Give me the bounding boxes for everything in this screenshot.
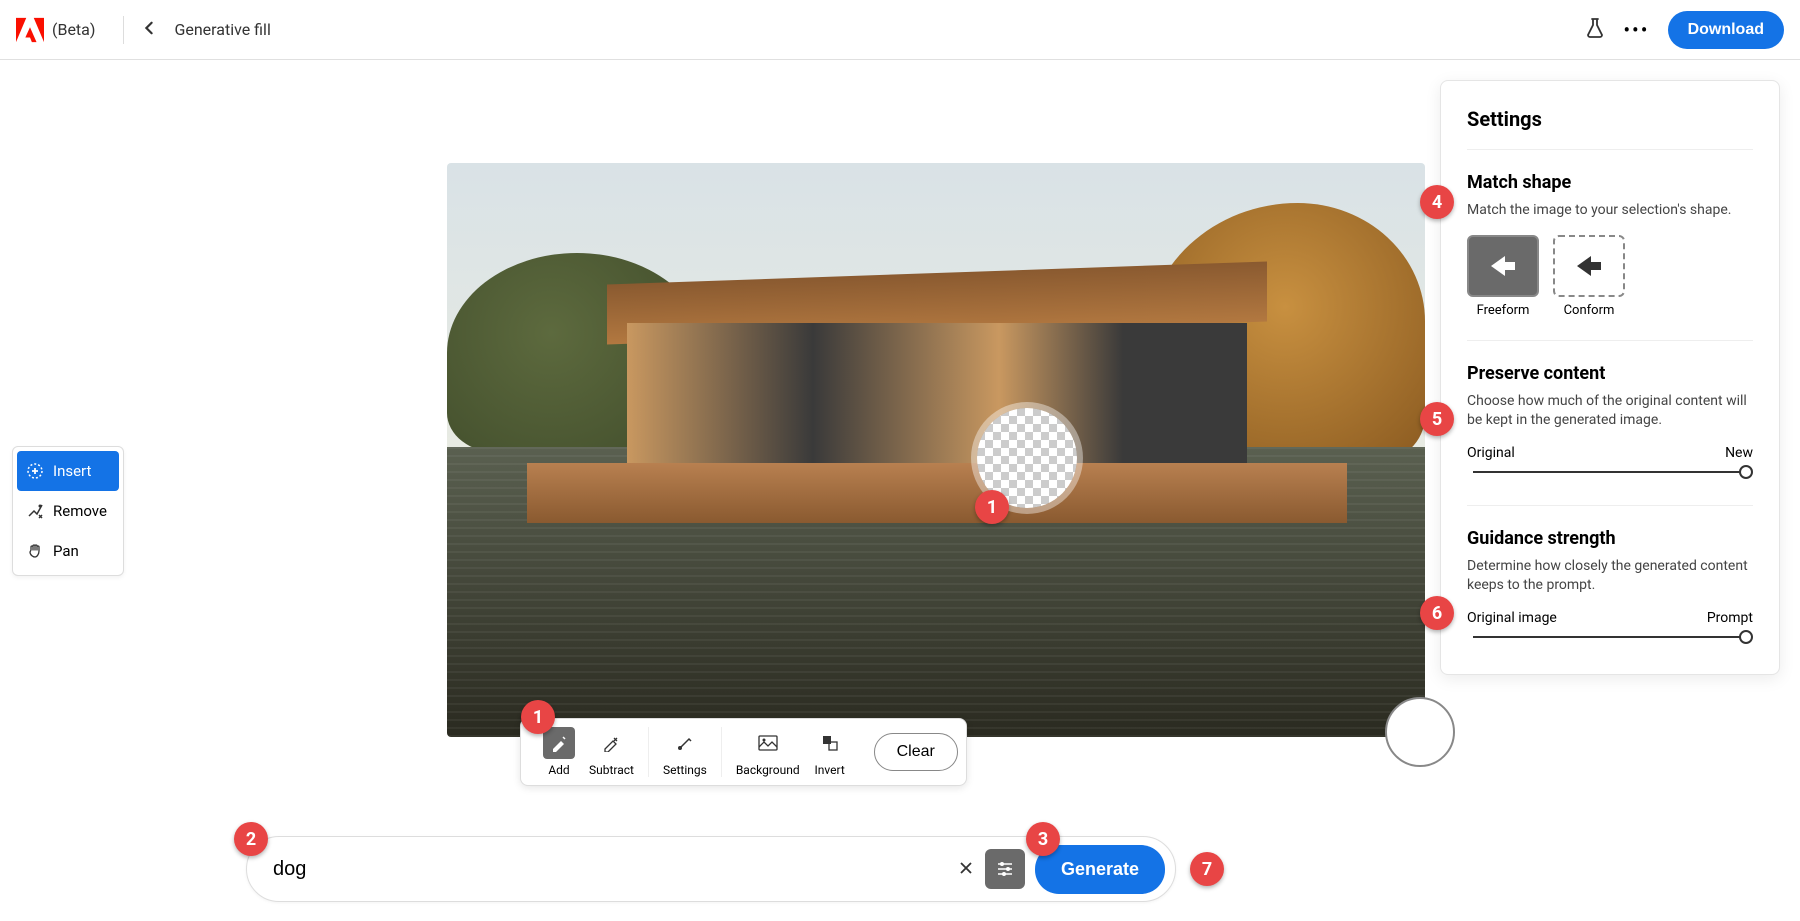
freeform-icon — [1467, 235, 1539, 297]
tool-insert[interactable]: Insert — [17, 451, 119, 491]
tool-panel: Insert Remove Pan — [12, 446, 124, 576]
annotation-badge-1: 1 — [975, 490, 1009, 524]
header-divider — [123, 16, 124, 44]
adobe-logo-icon — [16, 16, 44, 44]
brush-add-icon — [543, 727, 575, 759]
brush-settings-icon — [669, 727, 701, 759]
preserve-left-label: Original — [1467, 445, 1515, 461]
preserve-desc: Choose how much of the original content … — [1467, 392, 1753, 431]
annotation-badge-2: 2 — [234, 822, 268, 856]
brush-settings[interactable]: Settings — [663, 727, 707, 777]
guidance-right-label: Prompt — [1707, 610, 1753, 626]
background-icon — [752, 727, 784, 759]
guidance-left-label: Original image — [1467, 610, 1557, 626]
annotation-badge-4: 4 — [1420, 185, 1454, 219]
sliders-icon — [995, 859, 1015, 879]
canvas-image — [447, 163, 1425, 737]
insert-icon — [25, 461, 45, 481]
app-header: (Beta) Generative fill ••• Download — [0, 0, 1800, 60]
setting-guidance-strength: Guidance strength Determine how closely … — [1467, 506, 1753, 638]
annotation-badge-5: 5 — [1420, 402, 1454, 436]
annotation-badge-1b: 1 — [521, 700, 555, 734]
preserve-heading: Preserve content — [1467, 363, 1753, 384]
preserve-right-label: New — [1725, 445, 1753, 461]
generate-button[interactable]: Generate — [1035, 845, 1165, 894]
tool-label: Insert — [53, 462, 91, 480]
brush-background[interactable]: Background — [736, 727, 800, 777]
guidance-heading: Guidance strength — [1467, 528, 1753, 549]
beta-label: (Beta) — [52, 20, 95, 39]
brush-invert[interactable]: Invert — [814, 727, 846, 777]
pan-icon — [25, 541, 45, 561]
tool-remove[interactable]: Remove — [17, 491, 119, 531]
setting-preserve-content: Preserve content Choose how much of the … — [1467, 341, 1753, 506]
brush-subtract-icon — [595, 727, 627, 759]
guidance-slider[interactable] — [1473, 636, 1747, 638]
conform-icon — [1553, 235, 1625, 297]
annotation-badge-6: 6 — [1420, 596, 1454, 630]
match-shape-heading: Match shape — [1467, 172, 1753, 193]
remove-icon — [25, 501, 45, 521]
annotation-badge-3: 3 — [1026, 822, 1060, 856]
preserve-slider[interactable] — [1473, 471, 1747, 473]
shape-option-freeform[interactable]: Freeform — [1467, 235, 1539, 318]
chevron-left-icon — [142, 21, 156, 35]
tool-pan[interactable]: Pan — [17, 531, 119, 571]
guidance-desc: Determine how closely the generated cont… — [1467, 557, 1753, 596]
download-button[interactable]: Download — [1668, 11, 1784, 49]
setting-match-shape: Match shape Match the image to your sele… — [1467, 150, 1753, 341]
clear-button[interactable]: Clear — [874, 733, 958, 771]
tool-label: Remove — [53, 502, 107, 520]
match-shape-desc: Match the image to your selection's shap… — [1467, 201, 1753, 221]
canvas[interactable] — [447, 163, 1425, 737]
shape-option-conform[interactable]: Conform — [1553, 235, 1625, 318]
brush-toolbar: Add Subtract Settings Background — [520, 718, 967, 786]
more-icon[interactable]: ••• — [1623, 18, 1649, 42]
settings-panel: Settings Match shape Match the image to … — [1440, 80, 1780, 675]
clear-prompt-button[interactable] — [959, 858, 973, 881]
brush-subtract[interactable]: Subtract — [589, 727, 634, 777]
invert-icon — [814, 727, 846, 759]
annotation-badge-7: 7 — [1190, 852, 1224, 886]
beaker-icon[interactable] — [1585, 17, 1605, 43]
back-button[interactable] — [136, 15, 162, 44]
zoom-handle[interactable] — [1385, 697, 1455, 767]
prompt-settings-button[interactable] — [985, 849, 1025, 889]
brush-add[interactable]: Add — [543, 727, 575, 777]
close-icon — [959, 861, 973, 875]
tool-label: Pan — [53, 542, 79, 560]
page-title: Generative fill — [174, 20, 270, 39]
prompt-input[interactable] — [273, 858, 959, 881]
settings-title: Settings — [1467, 107, 1753, 150]
